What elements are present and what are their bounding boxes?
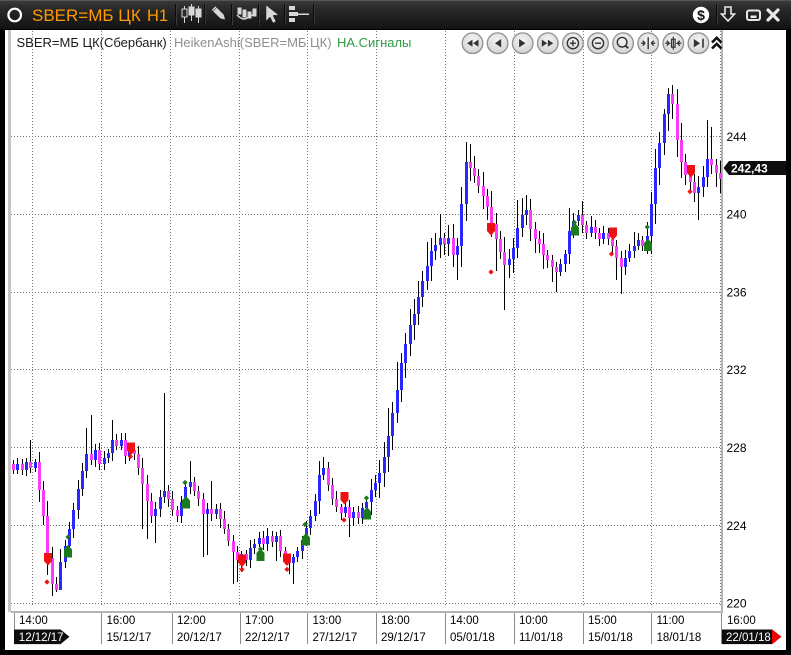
svg-text:12:00: 12:00 <box>177 615 206 627</box>
svg-text:236: 236 <box>727 285 747 299</box>
svg-text:14:00: 14:00 <box>450 615 479 627</box>
svg-text:10:00: 10:00 <box>519 615 548 627</box>
svg-text:$: $ <box>697 7 705 23</box>
svg-text:15/12/17: 15/12/17 <box>107 632 152 644</box>
svg-text:228: 228 <box>727 441 747 455</box>
svg-text:11:00: 11:00 <box>657 615 685 627</box>
svg-text:05/01/18: 05/01/18 <box>450 632 495 644</box>
svg-text:224: 224 <box>727 519 747 533</box>
svg-text:244: 244 <box>727 130 747 144</box>
svg-text:12/12/17: 12/12/17 <box>19 632 64 644</box>
svg-text:232: 232 <box>727 363 747 377</box>
svg-text:16:00: 16:00 <box>107 615 136 627</box>
svg-text:22/12/17: 22/12/17 <box>245 632 290 644</box>
svg-text:11/01/18: 11/01/18 <box>519 632 563 644</box>
svg-text:НА.Сигналы: НА.Сигналы <box>337 35 411 50</box>
svg-text:17:00: 17:00 <box>245 615 274 627</box>
svg-text:242,43: 242,43 <box>731 162 768 176</box>
svg-text:22/01/18: 22/01/18 <box>726 632 771 644</box>
svg-text:29/12/17: 29/12/17 <box>381 632 426 644</box>
svg-text:220: 220 <box>727 597 747 611</box>
svg-text:15:00: 15:00 <box>588 615 617 627</box>
svg-text:240: 240 <box>727 208 747 222</box>
svg-text:16:00: 16:00 <box>727 615 756 627</box>
svg-text:HeikenAshi(SBER=МБ ЦК): HeikenAshi(SBER=МБ ЦК) <box>174 35 332 50</box>
svg-text:15/01/18: 15/01/18 <box>588 632 633 644</box>
svg-text:H1: H1 <box>147 7 168 25</box>
svg-text:18:00: 18:00 <box>381 615 410 627</box>
svg-text:20/12/17: 20/12/17 <box>177 632 222 644</box>
svg-text:SBER=МБ ЦК(Сбербанк): SBER=МБ ЦК(Сбербанк) <box>17 35 167 50</box>
svg-text:18/01/18: 18/01/18 <box>657 632 702 644</box>
svg-text:SBER=МБ ЦК: SBER=МБ ЦК <box>32 6 141 25</box>
svg-text:13:00: 13:00 <box>313 615 342 627</box>
svg-text:27/12/17: 27/12/17 <box>313 632 358 644</box>
svg-text:14:00: 14:00 <box>19 615 48 627</box>
